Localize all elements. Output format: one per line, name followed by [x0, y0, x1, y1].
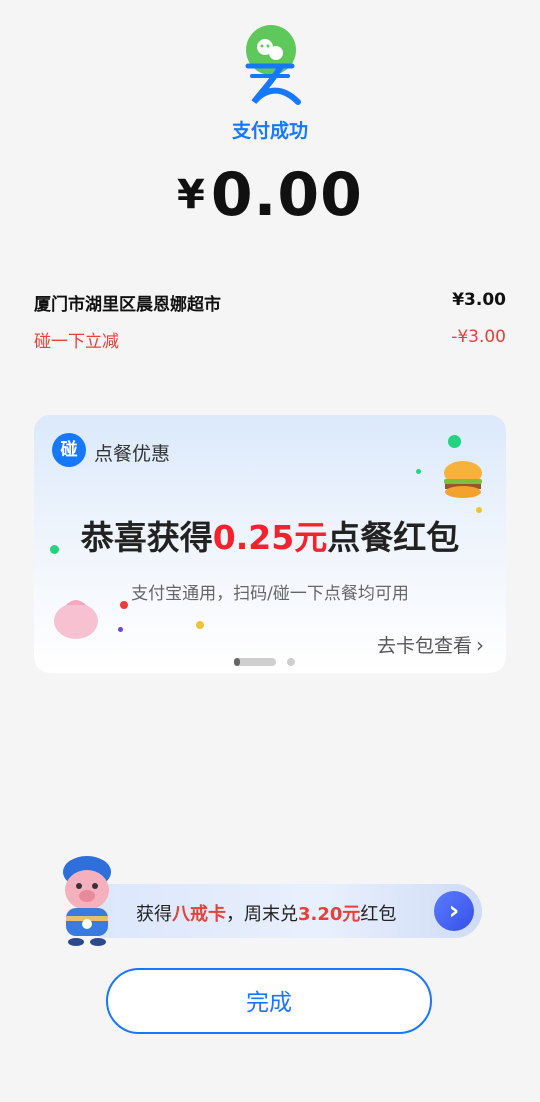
- merchant-price: ¥3.00: [452, 290, 506, 310]
- banner-text: 获得八戒卡，周末兑3.20元红包: [136, 900, 396, 926]
- pager-dot[interactable]: [287, 658, 295, 666]
- banner-amount: 3.20元: [298, 904, 361, 925]
- decor-dot: [196, 621, 204, 629]
- view-cardbag-link[interactable]: 去卡包查看 ›: [377, 631, 484, 658]
- payment-success-logo-icon: [245, 25, 301, 105]
- decor-dot: [118, 627, 123, 632]
- arrow-right-icon: ›: [448, 896, 460, 926]
- banner-text-suffix: 红包: [360, 904, 397, 925]
- view-cardbag-label: 去卡包查看: [376, 635, 472, 657]
- promo-subtext: 支付宝通用，扫码/碰一下点餐均可用: [131, 584, 409, 604]
- done-button[interactable]: 完成: [106, 968, 432, 1034]
- promo-card[interactable]: 碰 点餐优惠 恭喜获得0.25元点餐红包 支付宝通用，扫码/碰一下点餐均可用 去…: [34, 415, 506, 673]
- currency-symbol: ¥: [177, 172, 205, 218]
- banner-text-prefix: 获得: [136, 904, 172, 925]
- decor-dot: [416, 469, 421, 474]
- banner-arrow-button[interactable]: ›: [434, 891, 474, 931]
- banner-text-mid: ，周末兑: [226, 904, 298, 925]
- decor-dot: [448, 435, 461, 448]
- banner-card-name: 八戒卡: [172, 904, 226, 925]
- promo-label: 点餐优惠: [94, 443, 171, 465]
- amount-value: 0.00: [210, 160, 363, 230]
- promo-headline-prefix: 恭喜获得: [80, 518, 213, 557]
- merchant-name: 厦门市湖里区晨恩娜超市: [34, 295, 221, 315]
- chevron-right-icon: ›: [476, 633, 484, 657]
- promo-headline-amount: 0.25元: [212, 518, 328, 557]
- pager-dot-active[interactable]: [234, 658, 276, 666]
- pig-mascot-icon: [63, 856, 111, 946]
- burger-icon: [444, 461, 482, 498]
- promo-badge-icon: 碰: [52, 433, 86, 467]
- promo-headline-suffix: 点餐红包: [327, 518, 460, 557]
- promo-headline: 恭喜获得0.25元点餐红包: [34, 511, 506, 559]
- discount-price: -¥3.00: [451, 327, 506, 347]
- discount-label: 碰一下立减: [34, 332, 119, 352]
- payment-status-text: 支付成功: [231, 120, 308, 142]
- payment-amount: ¥0.00: [0, 160, 540, 230]
